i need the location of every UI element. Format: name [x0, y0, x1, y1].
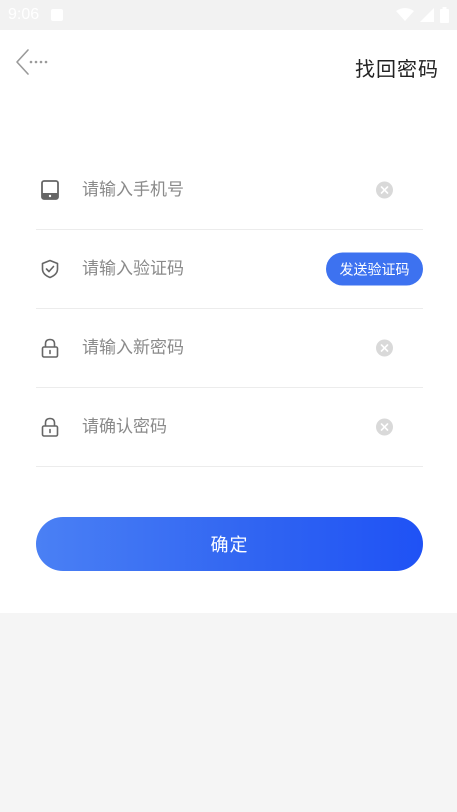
close-icon [380, 344, 389, 352]
verification-code-input[interactable] [82, 254, 332, 284]
close-icon [380, 186, 389, 194]
phone-field [36, 151, 423, 230]
clear-confirm-password-button[interactable] [376, 418, 393, 436]
clear-new-password-button[interactable] [376, 339, 393, 357]
close-icon [380, 423, 389, 431]
page-title: 找回密码 [355, 57, 439, 81]
status-bar: 9:06 [0, 0, 457, 30]
lock-icon [40, 338, 60, 358]
signal-icon [420, 8, 434, 22]
confirm-button[interactable]: 确定 [36, 517, 423, 571]
back-button[interactable] [14, 47, 54, 77]
confirm-password-input[interactable] [82, 412, 332, 442]
verification-code-field: 发送验证码 [36, 230, 423, 309]
status-icons [396, 7, 449, 23]
new-password-input[interactable] [82, 333, 332, 363]
phone-input[interactable] [82, 175, 332, 205]
wifi-icon [396, 8, 414, 21]
reset-password-card: 找回密码 发送验证码 [0, 30, 457, 613]
phone-icon [40, 180, 60, 200]
send-code-button[interactable]: 发送验证码 [326, 252, 423, 286]
shield-check-icon [40, 259, 60, 279]
battery-icon [440, 7, 449, 23]
confirm-password-field [36, 388, 423, 467]
lock-icon [40, 417, 60, 437]
clear-phone-button[interactable] [376, 181, 393, 199]
back-arrow-icon [16, 49, 48, 75]
new-password-field [36, 309, 423, 388]
notification-icon [51, 9, 64, 21]
status-time: 9:06 [8, 6, 40, 23]
